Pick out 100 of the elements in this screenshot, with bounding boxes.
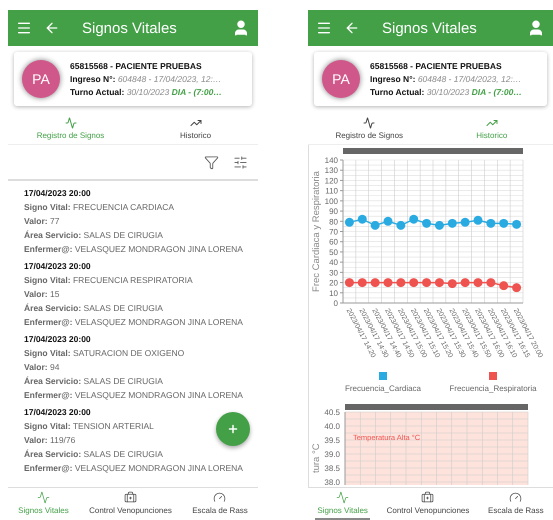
y-tick-label: 90 xyxy=(329,207,338,216)
pulse-icon xyxy=(36,491,50,504)
shift-info: Turno Actual: 30/10/2023 DIA - (7:00… xyxy=(370,87,522,97)
y-tick-label: 38.5 xyxy=(324,464,340,473)
y-tick-label: 20 xyxy=(329,278,338,288)
data-point xyxy=(474,278,482,288)
data-point xyxy=(434,278,444,288)
record-field: Enfermer@: VELASQUEZ MONDRAGON JINA LORENA xyxy=(24,242,243,256)
data-point xyxy=(422,218,432,228)
data-point xyxy=(384,278,392,288)
pulse-icon xyxy=(64,116,76,128)
nav-item[interactable]: Escala de Rass xyxy=(486,488,546,520)
filter-icon[interactable] xyxy=(204,154,219,170)
data-point xyxy=(448,279,457,288)
gauge-icon xyxy=(213,491,226,504)
record-field: Signo Vital: SATURACION DE OXIGENO xyxy=(24,346,184,360)
data-point xyxy=(422,278,432,288)
legend-label: Frecuencia_Respiratoria xyxy=(449,384,537,393)
menu-icon[interactable] xyxy=(316,20,332,36)
data-point xyxy=(434,220,444,230)
y-tick-label: 40 xyxy=(329,258,338,268)
data-point xyxy=(486,218,496,228)
y-tick-label: 70 xyxy=(329,228,338,236)
y-tick-label: 40.5 xyxy=(324,408,340,417)
admission-info: Ingreso N°: 604848 - 17/04/2023, 12:… xyxy=(370,74,522,84)
data-point xyxy=(512,220,522,229)
data-point xyxy=(344,218,354,227)
user-icon[interactable] xyxy=(527,19,545,37)
record-field: Área Servicio: SALAS DE CIRUGIA xyxy=(24,447,163,461)
record-field: Valor: 15 xyxy=(24,287,60,301)
sliders-icon[interactable] xyxy=(233,154,248,170)
pulse-icon xyxy=(363,116,376,128)
data-point xyxy=(344,278,354,288)
y-tick-label: 60 xyxy=(329,238,338,247)
plus-icon xyxy=(227,423,239,435)
data-point xyxy=(370,278,380,288)
add-button[interactable] xyxy=(216,412,250,446)
record-datetime: 17/04/2023 20:00 xyxy=(24,260,91,273)
data-point xyxy=(460,218,470,227)
data-point xyxy=(358,278,367,288)
data-point xyxy=(409,278,418,288)
medical-kit-icon xyxy=(124,491,137,504)
data-point xyxy=(384,216,392,226)
legend-label: Frecuencia_Cardiaca xyxy=(344,384,422,393)
data-point xyxy=(460,278,470,288)
y-tick-label: 40.0 xyxy=(324,422,340,431)
y-tick-label: 39.5 xyxy=(324,436,340,445)
back-arrow-icon[interactable] xyxy=(344,20,360,36)
record-field: Área Servicio: SALAS DE CIRUGIA xyxy=(24,374,163,388)
y-tick-label: 30 xyxy=(329,268,338,278)
y-tick-label: 39.0 xyxy=(324,450,340,459)
medical-kit-icon xyxy=(421,491,434,504)
patient-name: 65815568 - PACIENTE PRUEBAS xyxy=(370,61,503,71)
y-tick-label: 110 xyxy=(325,186,338,196)
menu-icon[interactable] xyxy=(16,20,32,36)
data-point xyxy=(499,218,508,228)
y-tick-label: 80 xyxy=(329,217,338,226)
data-point xyxy=(499,281,508,290)
record-field: Valor: 77 xyxy=(24,214,60,228)
record-field: Enfermer@: VELASQUEZ MONDRAGON JINA LORENA xyxy=(24,388,243,402)
record-field: Valor: 94 xyxy=(24,360,60,374)
pulse-icon xyxy=(336,491,350,504)
data-point xyxy=(512,283,522,292)
y-tick-label: 10 xyxy=(329,288,338,298)
record-field: Enfermer@: VELASQUEZ MONDRAGON JINA LORENA xyxy=(24,461,243,475)
tab[interactable]: Registro de Signos xyxy=(308,112,430,144)
y-tick-label: 0 xyxy=(334,299,338,308)
nav-item[interactable]: Control Venopunciones xyxy=(384,488,472,520)
record-field: Signo Vital: FRECUENCIA RESPIRATORIA xyxy=(24,273,193,287)
data-point xyxy=(370,220,380,230)
data-point xyxy=(486,278,496,288)
record-field: Valor: 119/76 xyxy=(24,433,76,447)
data-point xyxy=(358,214,367,224)
data-point xyxy=(396,220,406,230)
record-field: Área Servicio: SALAS DE CIRUGIA xyxy=(24,301,163,315)
record-datetime: 17/04/2023 20:00 xyxy=(24,187,91,200)
y-tick-label: 38.0 xyxy=(324,478,340,485)
y-tick-label: 50 xyxy=(329,248,338,257)
record-field: Signo Vital: TENSION ARTERIAL xyxy=(24,419,154,433)
y-tick-label: 100 xyxy=(324,196,338,206)
data-point xyxy=(396,278,406,288)
record-field: Signo Vital: FRECUENCIA CARDIACA xyxy=(24,200,174,214)
record-field: Área Servicio: SALAS DE CIRUGIA xyxy=(24,228,163,242)
tab[interactable]: Historico xyxy=(133,112,258,144)
user-icon[interactable] xyxy=(232,19,250,37)
gauge-icon xyxy=(509,491,522,504)
admission-info: Ingreso N°: 604848 - 17/04/2023, 12:… xyxy=(70,74,222,84)
y-tick-label: 130 xyxy=(324,166,338,176)
y-tick-label: 140 xyxy=(324,156,338,165)
y-tick-label: 120 xyxy=(324,176,338,186)
y-axis-label: tura °C xyxy=(311,443,322,474)
record-field: Enfermer@: VELASQUEZ MONDRAGON JINA LORENA xyxy=(24,315,243,329)
record-datetime: 17/04/2023 20:00 xyxy=(24,333,91,346)
nav-item[interactable]: Escala de Rass xyxy=(190,488,250,520)
avatar: PA xyxy=(22,60,60,98)
nav-item[interactable]: Control Venopunciones xyxy=(87,488,174,520)
y-axis-label: Frec Cardiaca y Respiratoria xyxy=(311,171,322,292)
data-point xyxy=(474,216,482,225)
avatar: PA xyxy=(322,60,360,98)
record-datetime: 17/04/2023 20:00 xyxy=(24,406,91,419)
